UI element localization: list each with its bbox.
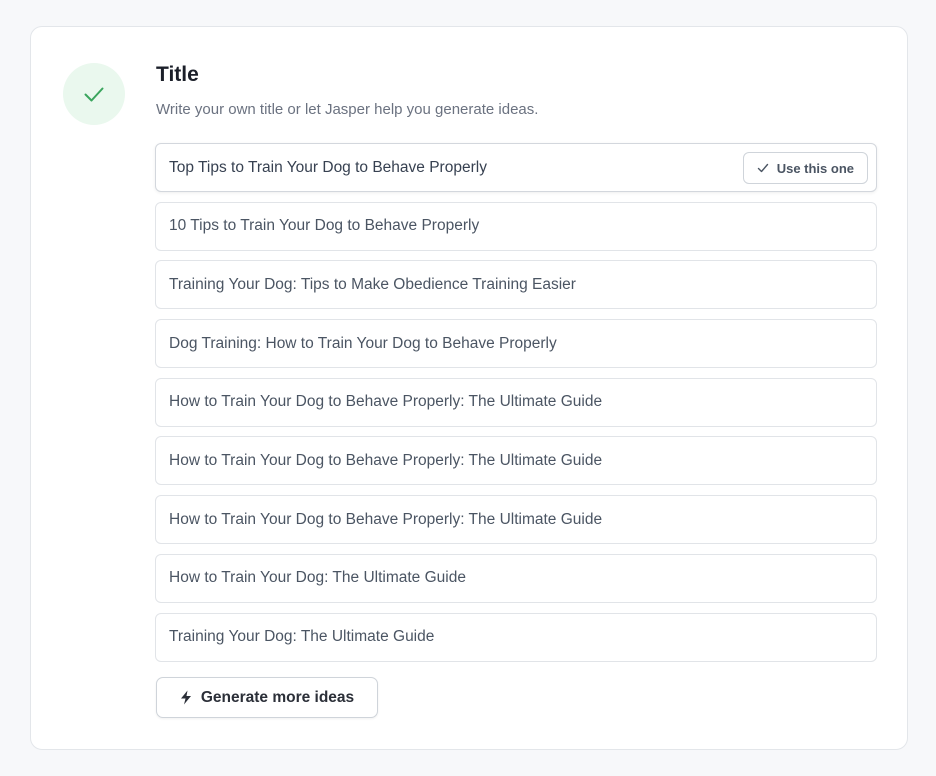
title-option-text: How to Train Your Dog to Behave Properly… <box>169 510 603 528</box>
title-option-text: Training Your Dog: The Ultimate Guide <box>169 628 435 645</box>
use-this-one-button[interactable]: Use this one <box>742 152 868 184</box>
title-option-text: How to Train Your Dog: The Ultimate Guid… <box>169 569 466 587</box>
check-icon <box>757 163 768 173</box>
use-this-one-label: Use this one <box>776 160 854 176</box>
title-option-text: How to Train Your Dog to Behave Properly… <box>169 451 603 469</box>
title-option-6[interactable]: How to Train Your Dog to Behave Properly… <box>155 436 877 486</box>
title-option-1[interactable]: Top Tips to Train Your Dog to Behave Pro… <box>155 143 877 192</box>
title-option-text: How to Train Your Dog to Behave Properly… <box>169 393 603 411</box>
title-option-2[interactable]: 10 Tips to Train Your Dog to Behave Prop… <box>155 201 877 251</box>
title-option-text: 10 Tips to Train Your Dog to Behave Prop… <box>169 217 480 235</box>
title-option-text: Dog Training: How to Train Your Dog to B… <box>169 334 557 352</box>
generate-more-ideas-label: Generate more ideas <box>200 688 355 706</box>
lightning-bolt-icon <box>180 690 191 705</box>
title-option-7[interactable]: How to Train Your Dog to Behave Properly… <box>155 495 877 545</box>
title-option-3[interactable]: Training Your Dog: Tips to Make Obedienc… <box>155 260 877 310</box>
title-option-8[interactable]: How to Train Your Dog: The Ultimate Guid… <box>155 553 877 603</box>
title-option-5[interactable]: How to Train Your Dog to Behave Properly… <box>155 377 877 427</box>
title-option-9[interactable]: Training Your Dog: The Ultimate Guide <box>155 612 877 662</box>
title-option-4[interactable]: Dog Training: How to Train Your Dog to B… <box>155 319 877 369</box>
title-options-list: Top Tips to Train Your Dog to Behave Pro… <box>155 143 877 671</box>
section-title: Title <box>156 63 199 86</box>
title-option-text: Top Tips to Train Your Dog to Behave Pro… <box>169 158 487 176</box>
section-subtitle: Write your own title or let Jasper help … <box>156 101 539 118</box>
generate-more-ideas-button[interactable]: Generate more ideas <box>156 677 378 718</box>
completed-status-badge <box>63 63 125 125</box>
title-step-card: Title Write your own title or let Jasper… <box>30 26 908 750</box>
title-option-text: Training Your Dog: Tips to Make Obedienc… <box>169 275 576 293</box>
check-icon <box>84 87 104 102</box>
